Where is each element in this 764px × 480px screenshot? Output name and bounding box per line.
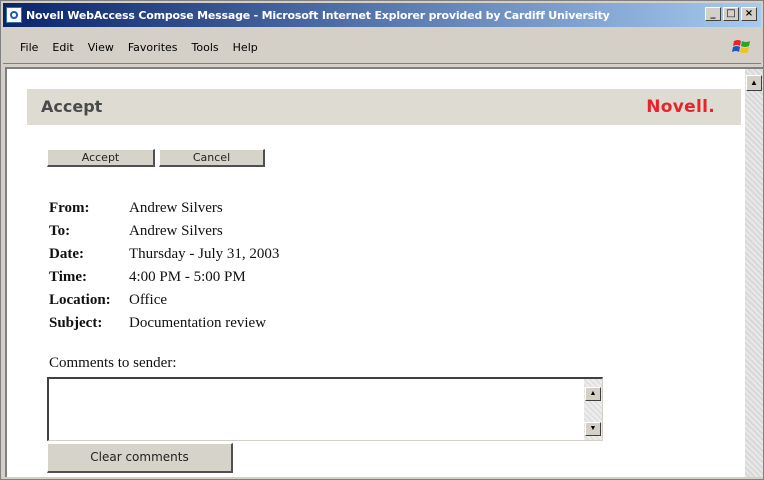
scroll-down-arrow-icon[interactable]: ▼ — [585, 422, 601, 436]
accept-button[interactable]: Accept — [47, 149, 155, 167]
maximize-button[interactable]: □ — [723, 7, 739, 21]
field-to: To: Andrew Silvers — [49, 220, 279, 243]
from-value: Andrew Silvers — [129, 200, 223, 216]
date-value: Thursday - July 31, 2003 — [129, 246, 280, 262]
title-bar: Novell WebAccess Compose Message - Micro… — [3, 3, 761, 27]
menu-bar: File Edit View Favorites Tools Help — [3, 31, 761, 64]
menu-view[interactable]: View — [81, 41, 121, 54]
appointment-details: From: Andrew Silvers To: Andrew Silvers … — [49, 197, 279, 335]
novell-logo: Novell. — [646, 97, 715, 117]
window-controls: _ □ × — [705, 7, 757, 21]
browser-window: Novell WebAccess Compose Message - Micro… — [0, 0, 764, 480]
field-time: Time: 4:00 PM - 5:00 PM — [49, 266, 279, 289]
windows-flag-icon — [731, 36, 753, 58]
field-location: Location: Office — [49, 289, 279, 312]
menu-edit[interactable]: Edit — [45, 41, 80, 54]
menu-file[interactable]: File — [13, 41, 45, 54]
page-title: Accept — [41, 97, 103, 116]
menu-tools[interactable]: Tools — [185, 41, 226, 54]
location-value: Office — [129, 292, 168, 308]
subject-label: Subject: — [49, 315, 103, 331]
field-date: Date: Thursday - July 31, 2003 — [49, 243, 279, 266]
window-title: Novell WebAccess Compose Message - Micro… — [26, 8, 610, 22]
page-scroll-up-icon[interactable]: ▲ — [746, 75, 762, 91]
subject-value: Documentation review — [129, 315, 267, 331]
close-button[interactable]: × — [741, 7, 757, 21]
page-scrollbar[interactable]: ▲ — [745, 67, 763, 477]
field-subject: Subject: Documentation review — [49, 312, 279, 335]
field-from: From: Andrew Silvers — [49, 197, 279, 220]
to-label: To: — [49, 223, 71, 239]
comments-textarea[interactable]: ▲ ▼ — [47, 377, 603, 441]
cancel-button[interactable]: Cancel — [159, 149, 265, 167]
menu-help[interactable]: Help — [226, 41, 265, 54]
scroll-up-arrow-icon[interactable]: ▲ — [585, 387, 601, 401]
clear-comments-button[interactable]: Clear comments — [47, 443, 233, 473]
from-label: From: — [49, 200, 90, 216]
date-label: Date: — [49, 246, 84, 262]
page-content: Accept Novell. Accept Cancel From: Andre… — [5, 67, 745, 477]
minimize-button[interactable]: _ — [705, 7, 721, 21]
ie-page-icon — [6, 7, 22, 23]
time-label: Time: — [49, 269, 88, 285]
comments-label: Comments to sender: — [49, 355, 177, 371]
comments-scrollbar[interactable]: ▲ ▼ — [584, 379, 602, 440]
to-value: Andrew Silvers — [129, 223, 223, 239]
time-value: 4:00 PM - 5:00 PM — [129, 269, 246, 285]
menu-favorites[interactable]: Favorites — [121, 41, 185, 54]
page-header: Accept Novell. — [27, 89, 741, 125]
location-label: Location: — [49, 292, 111, 308]
